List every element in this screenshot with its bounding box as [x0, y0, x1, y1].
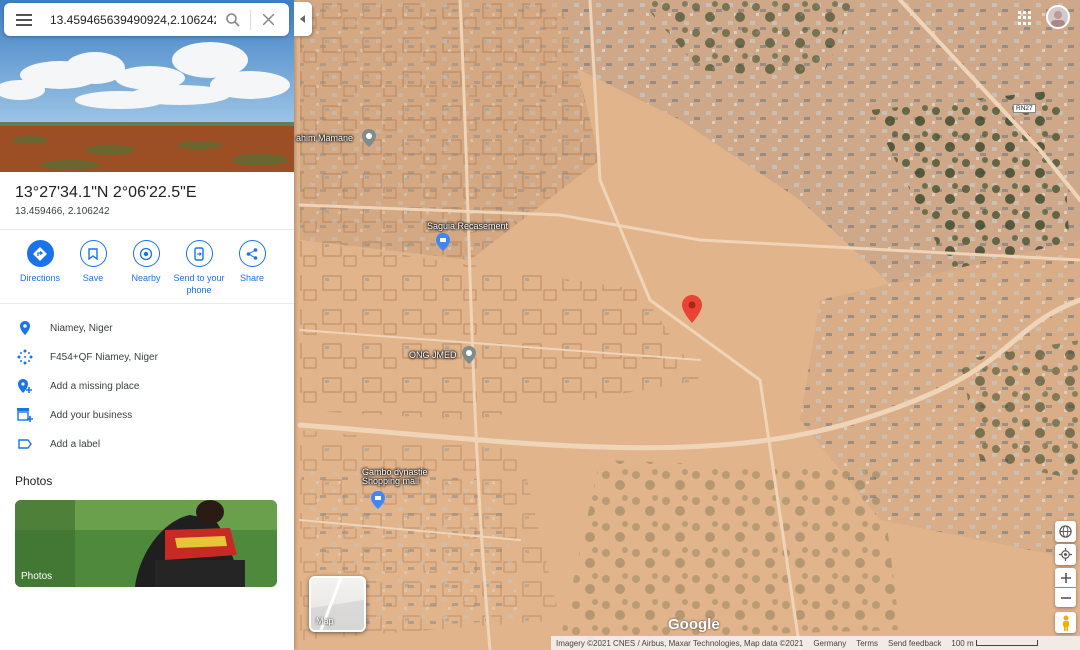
action-label: Send to your phone [173, 273, 225, 295]
directions-icon [26, 240, 54, 267]
imagery-attribution: Imagery ©2021 CNES / Airbus, Maxar Techn… [556, 638, 804, 648]
map-footer: Imagery ©2021 CNES / Airbus, Maxar Techn… [551, 636, 1080, 650]
decimal-coordinates[interactable]: 13.459466, 2.106242 [15, 206, 110, 217]
action-label: Share [239, 273, 265, 283]
share-icon [238, 240, 266, 267]
action-label: Nearby [131, 273, 161, 283]
send-feedback-link[interactable]: Send feedback [883, 639, 946, 648]
directions-button[interactable]: Directions [10, 240, 70, 284]
country-link[interactable]: Germany [808, 639, 851, 648]
scale-line [975, 639, 1038, 646]
plus-code-row[interactable]: F454+QF Niamey, Niger [0, 344, 294, 370]
place-label[interactable]: ONG JMED [409, 350, 457, 360]
road-label: RN27 [1013, 104, 1036, 113]
location-pin-icon [20, 321, 30, 335]
menu-button[interactable] [4, 3, 44, 36]
scale-bar[interactable]: 100 m [946, 639, 1042, 648]
clear-search-button[interactable] [251, 3, 285, 36]
nearby-button[interactable]: Nearby [116, 240, 176, 284]
phone-icon [185, 240, 213, 267]
dropped-pin-marker-icon[interactable] [682, 295, 702, 323]
place-label[interactable]: Saguia Recasement [427, 221, 508, 231]
add-label-text: Add a label [50, 438, 101, 450]
globe-view-button[interactable] [1055, 521, 1076, 542]
collapse-panel-button[interactable] [294, 2, 312, 36]
street-view-pegman-button[interactable] [1055, 612, 1076, 633]
pegman-icon [1062, 615, 1069, 631]
add-business-text: Add your business [50, 409, 133, 421]
close-icon [262, 14, 274, 25]
action-bar: Directions Save Nearby Send to your phon… [0, 240, 294, 300]
place-category: Shopping mall [362, 476, 420, 486]
apps-grid-icon[interactable] [1016, 9, 1034, 27]
divider [0, 303, 294, 304]
plus-icon [1060, 572, 1071, 583]
chevron-left-icon [300, 15, 305, 23]
zoom-out-button[interactable] [1055, 588, 1076, 607]
minus-icon [1060, 596, 1071, 599]
place-pin-icon[interactable] [462, 346, 476, 364]
place-label[interactable]: Gambo dynastie Shopping mall [362, 468, 428, 486]
share-button[interactable]: Share [222, 240, 282, 284]
photo-image [15, 500, 277, 587]
address-row[interactable]: Niamey, Niger [0, 315, 294, 341]
add-missing-place-text: Add a missing place [50, 380, 140, 392]
action-label: Save [82, 273, 104, 283]
search-icon [226, 12, 240, 27]
photo-label: Photos [21, 571, 53, 582]
shopping-pin-icon[interactable] [436, 233, 450, 251]
save-button[interactable]: Save [63, 240, 123, 284]
nearby-icon [132, 240, 160, 267]
search-input[interactable] [50, 12, 216, 27]
search-button[interactable] [216, 3, 250, 36]
google-logo: Google [668, 616, 720, 633]
action-label: Directions [19, 273, 60, 283]
address-text: Niamey, Niger [50, 322, 113, 334]
layer-label: Map [316, 616, 334, 626]
place-name: ONG JMED [409, 350, 457, 360]
photo-tile[interactable]: Photos [15, 500, 277, 587]
place-label[interactable]: ahim Mamane [296, 133, 353, 143]
terms-link[interactable]: Terms [851, 639, 883, 648]
scale-label: 100 m [951, 638, 974, 648]
globe-icon [1059, 525, 1072, 538]
place-title: 13°27'34.1"N 2°06'22.5"E [15, 184, 197, 201]
add-place-icon [18, 379, 32, 393]
add-business-row[interactable]: Add your business [0, 402, 294, 428]
divider [0, 229, 294, 230]
plus-code-icon [17, 349, 33, 365]
plus-code-text: F454+QF Niamey, Niger [50, 351, 158, 363]
label-icon [18, 439, 32, 449]
place-name: Saguia Recasement [427, 221, 509, 231]
add-label-row[interactable]: Add a label [0, 431, 294, 457]
business-icon [17, 408, 33, 422]
my-location-icon [1059, 548, 1072, 561]
bookmark-icon [79, 240, 107, 267]
shopping-pin-icon[interactable] [371, 491, 385, 509]
place-name: ahim Mamane [296, 133, 354, 143]
avatar-image-icon [1051, 11, 1065, 27]
add-missing-place-row[interactable]: Add a missing place [0, 373, 294, 399]
place-pin-icon[interactable] [362, 129, 376, 147]
map-layer-toggle[interactable]: Map [309, 576, 366, 632]
photos-heading: Photos [15, 474, 53, 488]
my-location-button[interactable] [1055, 544, 1076, 565]
side-panel: 13°27'34.1"N 2°06'22.5"E 13.459466, 2.10… [0, 0, 294, 650]
account-avatar[interactable] [1046, 5, 1070, 29]
hamburger-menu-icon [16, 13, 32, 26]
search-box[interactable] [4, 3, 289, 36]
zoom-in-button[interactable] [1055, 568, 1076, 587]
send-to-phone-button[interactable]: Send to your phone [169, 240, 229, 296]
